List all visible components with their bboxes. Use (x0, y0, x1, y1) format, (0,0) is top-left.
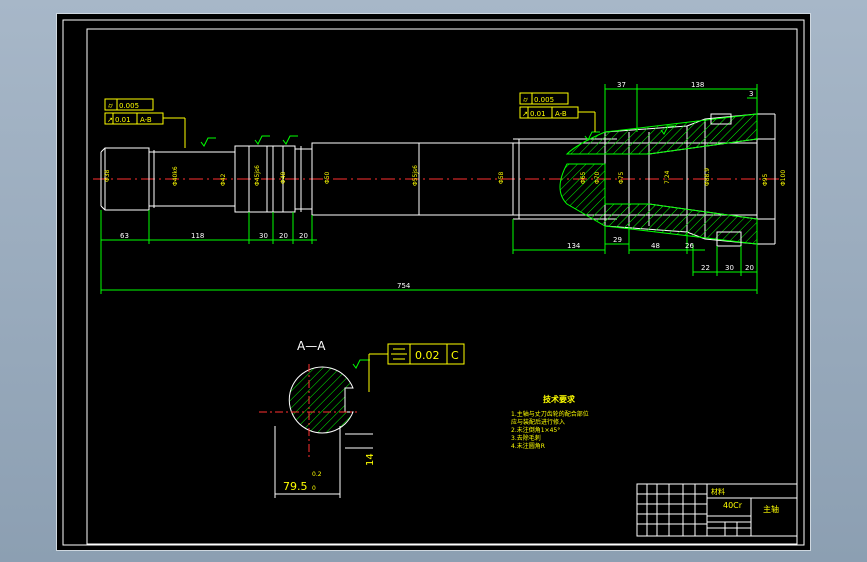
tech-req-item-5: 4.未注圆角R (511, 442, 545, 450)
svg-text:Φ40k6: Φ40k6 (172, 166, 179, 186)
section-dia-tol-lower: 0 (312, 485, 316, 492)
dim-20c: 20 (745, 264, 754, 272)
svg-text:Φ88.9: Φ88.9 (704, 168, 711, 186)
tech-req-item-3: 2.未注倒角1×45° (511, 426, 560, 434)
svg-text:Φ95: Φ95 (762, 173, 769, 186)
title-material-label: 材料 (711, 487, 725, 496)
dim-63: 63 (120, 232, 129, 240)
tech-req-item-4: 3.去除毛刺 (511, 434, 541, 442)
tol-left-row2-value: 0.01 (115, 116, 131, 124)
tol-left-sym2: ↗ (107, 116, 113, 124)
cad-viewport[interactable]: Φ38 Φ40k6 Φ42 Φ45js6 Φ48 Φ50 Φ55js6 Φ58 … (56, 13, 811, 551)
tol-right-row2-value: 0.01 (530, 110, 546, 118)
svg-text:Φ45js6: Φ45js6 (254, 165, 261, 186)
dim-30: 30 (259, 232, 268, 240)
svg-text:Φ42: Φ42 (220, 173, 227, 186)
tol-left-row1-value: 0.005 (119, 102, 139, 110)
diameter-labels: Φ38 Φ40k6 Φ42 Φ45js6 Φ48 Φ50 Φ55js6 Φ58 … (104, 165, 787, 186)
tolerance-frame-right: ⌭ 0.005 ↗ 0.01 A-B (519, 92, 596, 132)
dim-118: 118 (191, 232, 204, 240)
svg-text:Φ48: Φ48 (280, 171, 287, 184)
svg-text:Φ58: Φ58 (498, 171, 505, 184)
svg-text:Φ55js6: Φ55js6 (412, 165, 419, 186)
drawing-canvas: Φ38 Φ40k6 Φ42 Φ45js6 Φ48 Φ50 Φ55js6 Φ58 … (62, 19, 805, 546)
dim-30b: 30 (725, 264, 734, 272)
dim-26: 26 (685, 242, 694, 250)
tol-right-sym1: ⌭ (523, 96, 528, 104)
tech-req-item-1: 1.主轴与丈刀齿轮的配合部位 (511, 410, 589, 418)
section-width-dim: 14 (365, 453, 376, 466)
inner-frame (86, 28, 798, 545)
dim-22: 22 (701, 264, 710, 272)
svg-text:7:24: 7:24 (664, 170, 671, 184)
dim-48: 48 (651, 242, 660, 250)
dim-20a: 20 (279, 232, 288, 240)
dim-20b: 20 (299, 232, 308, 240)
tol-right-row2-datum: A-B (555, 110, 567, 118)
tol-left-sym1: ⌭ (108, 102, 113, 110)
symmetry-tolerance-frame: 0.02 C (368, 343, 465, 392)
tol-left-row2-datum: A-B (140, 116, 152, 124)
title-material-value: 40Cr (723, 501, 743, 510)
section-dia-dim: 79.5 (283, 480, 308, 493)
symmetry-tol-datum: C (451, 349, 459, 362)
svg-text:Φ75: Φ75 (618, 171, 625, 184)
tolerance-frame-left: ⌭ 0.005 ↗ 0.01 A-B (104, 98, 186, 148)
dim-37: 37 (617, 81, 626, 89)
dim-29: 29 (613, 236, 622, 244)
dim-134: 134 (567, 242, 581, 250)
svg-text:Φ65: Φ65 (580, 171, 587, 184)
tol-right-sym2: ↗ (522, 110, 528, 118)
dimension-texts: 63 118 30 20 20 134 29 48 26 22 30 20 75… (120, 81, 754, 290)
dim-138: 138 (691, 81, 704, 89)
title-part-name: 主轴 (763, 504, 779, 514)
dim-3: 3 (749, 90, 753, 98)
section-dia-tol-upper: 0.2 (312, 471, 322, 478)
tech-req-item-2: 应与装配后进行修入 (511, 418, 565, 426)
svg-text:Φ50: Φ50 (324, 171, 331, 184)
tol-right-row1-value: 0.005 (534, 96, 554, 104)
tech-requirements: 技术要求 1.主轴与丈刀齿轮的配合部位 应与装配后进行修入 2.未注倒角1×45… (511, 394, 589, 450)
svg-text:Φ100: Φ100 (780, 170, 787, 186)
symmetry-tol-value: 0.02 (415, 349, 440, 362)
section-title: A—A (297, 339, 326, 353)
dimension-lines (100, 84, 758, 294)
dim-overall: 754 (397, 282, 411, 290)
tech-req-title: 技术要求 (543, 394, 576, 404)
svg-text:Φ70: Φ70 (594, 171, 601, 184)
svg-text:Φ38: Φ38 (104, 169, 111, 182)
outer-frame (62, 19, 805, 546)
